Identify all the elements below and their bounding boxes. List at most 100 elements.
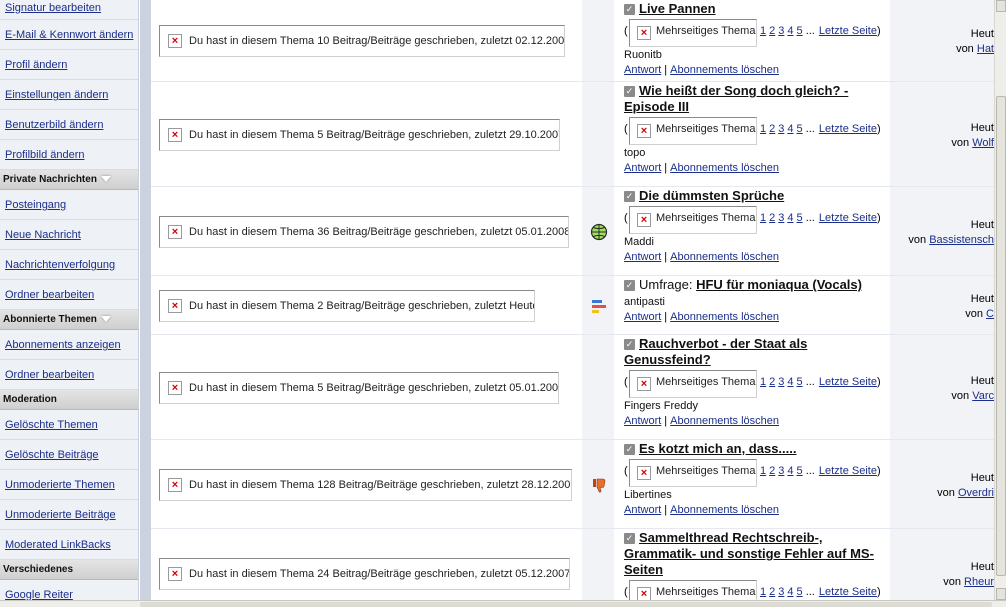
page-link[interactable]: 4 bbox=[787, 25, 793, 37]
sidebar-link[interactable]: Unmoderierte Beiträge bbox=[5, 509, 116, 521]
sidebar-item-signature[interactable]: Signatur bearbeiten bbox=[0, 0, 138, 20]
last-post-user-link[interactable]: Wolf bbox=[972, 137, 994, 149]
horizontal-scrollbar[interactable] bbox=[0, 600, 1006, 607]
thread-title-link[interactable]: Episode III bbox=[624, 99, 689, 114]
page-link[interactable]: 3 bbox=[778, 25, 784, 37]
unsubscribe-link[interactable]: Abonnements löschen bbox=[670, 415, 779, 427]
thread-title-link[interactable]: Sammelthread Rechtschreib-, bbox=[639, 530, 823, 545]
unsubscribe-link[interactable]: Abonnements löschen bbox=[670, 64, 779, 76]
unsubscribe-link[interactable]: Abonnements löschen bbox=[670, 251, 779, 263]
last-page-link[interactable]: Letzte Seite bbox=[819, 123, 877, 135]
page-link[interactable]: 5 bbox=[797, 465, 803, 477]
sidebar-item-avatar[interactable]: Benutzerbild ändern bbox=[0, 110, 138, 140]
sidebar-section-private-messages[interactable]: Private Nachrichten bbox=[0, 170, 138, 190]
sidebar-item-unmoderated-posts[interactable]: Unmoderierte Beiträge bbox=[0, 500, 138, 530]
scroll-up-arrow-icon[interactable] bbox=[996, 0, 1006, 12]
last-post-user-link[interactable]: C bbox=[986, 308, 994, 320]
sidebar-item-edit-folders[interactable]: Ordner bearbeiten bbox=[0, 280, 138, 310]
sidebar-link[interactable]: Neue Nachricht bbox=[5, 229, 81, 241]
sidebar-link[interactable]: Ordner bearbeiten bbox=[5, 369, 94, 381]
page-link[interactable]: 5 bbox=[797, 123, 803, 135]
sidebar-item-unmoderated-threads[interactable]: Unmoderierte Themen bbox=[0, 470, 138, 500]
sidebar-link[interactable]: Nachrichtenverfolgung bbox=[5, 259, 115, 271]
sidebar-section-subscribed-threads[interactable]: Abonnierte Themen bbox=[0, 310, 138, 330]
reply-link[interactable]: Antwort bbox=[624, 64, 661, 76]
page-link[interactable]: 4 bbox=[787, 376, 793, 388]
page-link[interactable]: 5 bbox=[797, 25, 803, 37]
reply-link[interactable]: Antwort bbox=[624, 251, 661, 263]
reply-link[interactable]: Antwort bbox=[624, 311, 661, 323]
sidebar-item-email-password[interactable]: E-Mail & Kennwort ändern bbox=[0, 20, 138, 50]
page-link[interactable]: 4 bbox=[787, 212, 793, 224]
last-page-link[interactable]: Letzte Seite bbox=[819, 212, 877, 224]
sidebar-item-profile-picture[interactable]: Profilbild ändern bbox=[0, 140, 138, 170]
unsubscribe-link[interactable]: Abonnements löschen bbox=[670, 162, 779, 174]
thread-title-link[interactable]: Seiten bbox=[624, 562, 663, 577]
last-page-link[interactable]: Letzte Seite bbox=[819, 586, 877, 598]
thread-title-link[interactable]: Grammatik- und sonstige Fehler auf MS- bbox=[624, 546, 874, 561]
scroll-down-arrow-icon[interactable] bbox=[996, 588, 1006, 600]
last-post-user-link[interactable]: Rheur bbox=[964, 576, 994, 588]
vertical-scrollbar[interactable] bbox=[994, 0, 1006, 600]
sidebar-link[interactable]: Unmoderierte Themen bbox=[5, 479, 115, 491]
sidebar-link[interactable]: Gelöschte Beiträge bbox=[5, 449, 99, 461]
last-page-link[interactable]: Letzte Seite bbox=[819, 376, 877, 388]
sidebar-link[interactable]: Benutzerbild ändern bbox=[5, 119, 103, 131]
triangle-down-icon[interactable] bbox=[100, 176, 111, 183]
sidebar-link[interactable]: Abonnements anzeigen bbox=[5, 339, 121, 351]
sidebar-item-deleted-posts[interactable]: Gelöschte Beiträge bbox=[0, 440, 138, 470]
sidebar-link[interactable]: Gelöschte Themen bbox=[5, 419, 98, 431]
sidebar-link[interactable]: Profilbild ändern bbox=[5, 149, 85, 161]
sidebar-link[interactable]: Ordner bearbeiten bbox=[5, 289, 94, 301]
page-link[interactable]: 2 bbox=[769, 586, 775, 598]
sidebar-link[interactable]: Einstellungen ändern bbox=[5, 89, 108, 101]
reply-link[interactable]: Antwort bbox=[624, 504, 661, 516]
page-link[interactable]: 3 bbox=[778, 586, 784, 598]
last-page-link[interactable]: Letzte Seite bbox=[819, 25, 877, 37]
page-link[interactable]: 2 bbox=[769, 212, 775, 224]
unsubscribe-link[interactable]: Abonnements löschen bbox=[670, 504, 779, 516]
page-link[interactable]: 2 bbox=[769, 123, 775, 135]
sidebar-item-deleted-threads[interactable]: Gelöschte Themen bbox=[0, 410, 138, 440]
sidebar-item-new-message[interactable]: Neue Nachricht bbox=[0, 220, 138, 250]
thread-title-link[interactable]: Live Pannen bbox=[639, 1, 716, 16]
thread-title-link[interactable]: Die dümmsten Sprüche bbox=[639, 188, 784, 203]
thread-title-link[interactable]: Genussfeind? bbox=[624, 352, 711, 367]
sidebar-link[interactable]: Profil ändern bbox=[5, 59, 67, 71]
sidebar-item-moderated-linkbacks[interactable]: Moderated LinkBacks bbox=[0, 530, 138, 560]
sidebar-link[interactable]: Posteingang bbox=[5, 199, 66, 211]
last-post-user-link[interactable]: Varc bbox=[972, 390, 994, 402]
last-post-user-link[interactable]: Bassistensch bbox=[929, 234, 994, 246]
last-page-link[interactable]: Letzte Seite bbox=[819, 465, 877, 477]
page-link[interactable]: 3 bbox=[778, 376, 784, 388]
horizontal-scroll-thumb[interactable] bbox=[140, 602, 992, 607]
page-link[interactable]: 1 bbox=[760, 25, 766, 37]
vertical-scroll-thumb[interactable] bbox=[996, 96, 1006, 576]
page-link[interactable]: 1 bbox=[760, 586, 766, 598]
sidebar-item-edit-subscription-folders[interactable]: Ordner bearbeiten bbox=[0, 360, 138, 390]
page-link[interactable]: 5 bbox=[797, 586, 803, 598]
page-link[interactable]: 2 bbox=[769, 376, 775, 388]
sidebar-item-message-tracking[interactable]: Nachrichtenverfolgung bbox=[0, 250, 138, 280]
page-link[interactable]: 4 bbox=[787, 465, 793, 477]
sidebar-item-show-subscriptions[interactable]: Abonnements anzeigen bbox=[0, 330, 138, 360]
sidebar-link[interactable]: Signatur bearbeiten bbox=[5, 2, 101, 14]
page-link[interactable]: 1 bbox=[760, 212, 766, 224]
thread-title-link[interactable]: Rauchverbot - der Staat als bbox=[639, 336, 807, 351]
page-link[interactable]: 3 bbox=[778, 212, 784, 224]
page-link[interactable]: 1 bbox=[760, 123, 766, 135]
page-link[interactable]: 5 bbox=[797, 212, 803, 224]
page-link[interactable]: 1 bbox=[760, 376, 766, 388]
page-link[interactable]: 3 bbox=[778, 465, 784, 477]
page-link[interactable]: 2 bbox=[769, 465, 775, 477]
page-link[interactable]: 4 bbox=[787, 586, 793, 598]
sidebar-link[interactable]: E-Mail & Kennwort ändern bbox=[5, 29, 133, 41]
page-link[interactable]: 3 bbox=[778, 123, 784, 135]
page-link[interactable]: 2 bbox=[769, 25, 775, 37]
triangle-down-icon[interactable] bbox=[100, 316, 111, 323]
sidebar-item-settings[interactable]: Einstellungen ändern bbox=[0, 80, 138, 110]
reply-link[interactable]: Antwort bbox=[624, 415, 661, 427]
last-post-user-link[interactable]: Hat bbox=[977, 43, 994, 55]
last-post-user-link[interactable]: Overdri bbox=[958, 487, 994, 499]
thread-title-link[interactable]: HFU für moniaqua (Vocals) bbox=[696, 277, 862, 292]
